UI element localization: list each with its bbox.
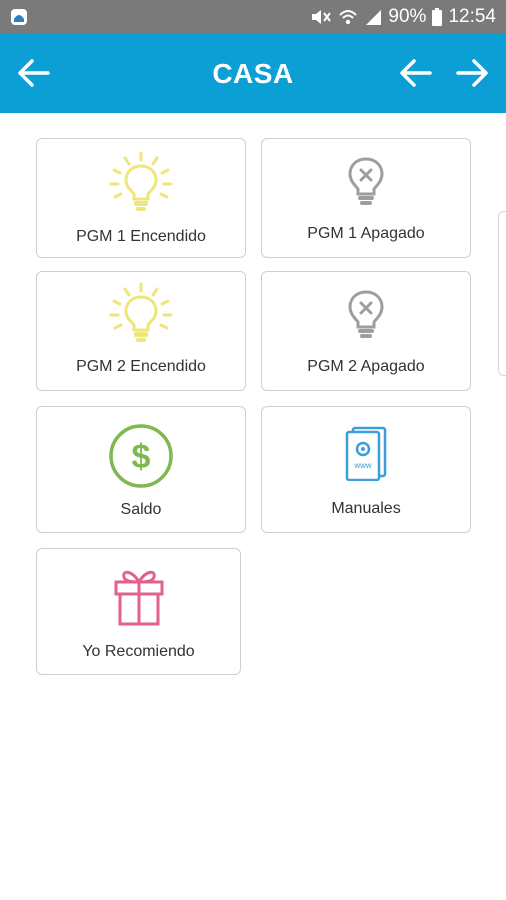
tile-pgm1-apagado[interactable]: PGM 1 Apagado	[261, 138, 471, 258]
tile-label: Saldo	[120, 501, 162, 518]
next-button[interactable]	[452, 53, 492, 93]
lightbulb-on-icon	[109, 282, 173, 342]
status-icons: 90% 12:54	[310, 0, 496, 34]
manual-icon-text: www	[353, 461, 372, 470]
lightbulb-off-icon	[348, 290, 384, 338]
tile-label: PGM 2 Apagado	[307, 358, 425, 375]
clock: 12:54	[448, 6, 496, 27]
gift-icon	[114, 570, 163, 626]
tile-pgm2-encendido[interactable]: PGM 2 Encendido	[36, 271, 246, 391]
battery-icon	[432, 8, 443, 26]
app-notification-icon	[10, 8, 28, 26]
app-bar: CASA	[0, 34, 506, 113]
wifi-icon	[338, 7, 358, 27]
side-panel-handle[interactable]	[498, 211, 506, 376]
tile-saldo[interactable]: $ Saldo	[36, 406, 246, 533]
tile-label: PGM 1 Encendido	[76, 228, 206, 245]
manual-book-icon: www	[345, 426, 387, 481]
tile-label: PGM 1 Apagado	[307, 225, 425, 242]
lightbulb-on-icon	[109, 151, 173, 211]
battery-percent: 90%	[388, 6, 427, 27]
tile-yo-recomiendo[interactable]: Yo Recomiendo	[36, 548, 241, 675]
svg-text:$: $	[132, 438, 151, 476]
tile-pgm1-encendido[interactable]: PGM 1 Encendido	[36, 138, 246, 258]
arrow-left-icon	[400, 59, 432, 87]
signal-icon	[364, 8, 382, 26]
tile-label: PGM 2 Encendido	[76, 358, 206, 375]
dollar-icon: $	[109, 424, 173, 488]
lightbulb-off-icon	[348, 157, 384, 205]
tile-pgm2-apagado[interactable]: PGM 2 Apagado	[261, 271, 471, 391]
status-bar: 90% 12:54	[0, 0, 506, 34]
previous-button[interactable]	[396, 53, 436, 93]
tile-manuales[interactable]: www Manuales	[261, 406, 471, 533]
mute-icon	[310, 7, 332, 27]
tile-label: Yo Recomiendo	[82, 643, 195, 660]
arrow-right-icon	[456, 59, 488, 87]
tile-label: Manuales	[331, 500, 401, 517]
